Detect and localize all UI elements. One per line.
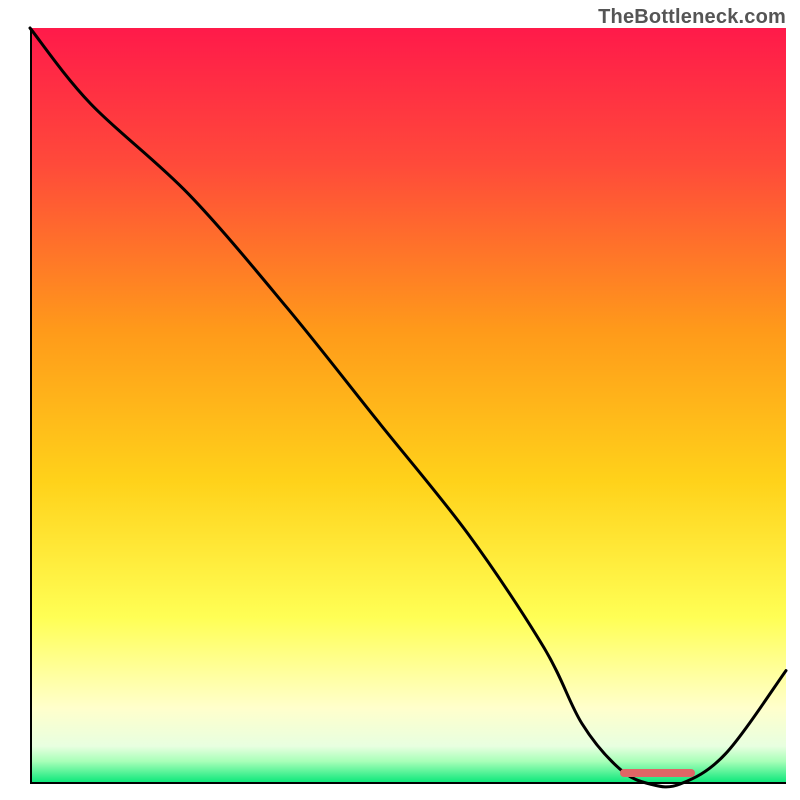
chart-svg — [30, 28, 786, 784]
chart-frame: TheBottleneck.com — [0, 0, 800, 800]
y-axis — [30, 28, 32, 784]
valley-marker — [620, 769, 696, 777]
heat-gradient-rect — [30, 28, 786, 784]
plot-area — [30, 28, 786, 784]
watermark-text: TheBottleneck.com — [598, 6, 786, 29]
x-axis — [30, 782, 786, 784]
